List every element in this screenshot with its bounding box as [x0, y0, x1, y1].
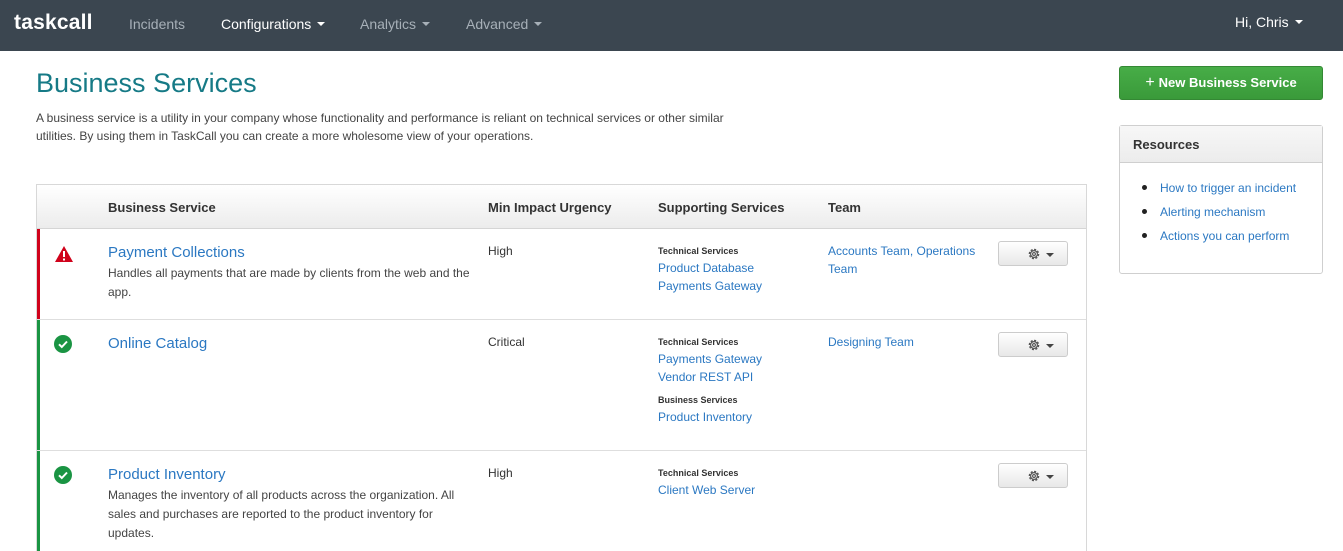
service-description: Manages the inventory of all products ac… — [108, 488, 455, 540]
resource-link-trigger-incident[interactable]: How to trigger an incident — [1142, 181, 1322, 205]
urgency-value: High — [488, 244, 513, 258]
urgency-value: High — [488, 466, 513, 480]
nav-analytics-label: Analytics — [360, 16, 417, 32]
nav-configurations-label: Configurations — [221, 16, 312, 32]
technical-service-link[interactable]: Product Database — [658, 259, 818, 277]
check-circle-icon — [54, 335, 72, 353]
service-name-link[interactable]: Payment Collections — [108, 244, 245, 261]
column-min-impact-urgency: Min Impact Urgency — [488, 200, 612, 215]
business-service-link[interactable]: Product Inventory — [658, 408, 818, 426]
resources-list: How to trigger an incident Alerting mech… — [1120, 163, 1322, 253]
supporting-services: Technical Services Client Web Server — [658, 468, 818, 499]
check-circle-icon — [54, 466, 72, 484]
new-business-service-label: New Business Service — [1158, 75, 1297, 90]
team-link[interactable]: Designing Team — [828, 333, 988, 351]
chevron-down-icon — [1046, 253, 1054, 257]
user-menu-label: Hi, Chris — [1235, 14, 1289, 30]
brand-logo[interactable]: taskcall — [14, 11, 93, 35]
new-business-service-button[interactable]: + New Business Service — [1119, 66, 1323, 100]
nav-incidents[interactable]: Incidents — [129, 16, 185, 32]
resource-link-actions[interactable]: Actions you can perform — [1142, 229, 1322, 253]
technical-service-link[interactable]: Payments Gateway — [658, 277, 818, 295]
table-row: Online Catalog Critical Technical Servic… — [37, 320, 1086, 451]
resources-panel: Resources How to trigger an incident Ale… — [1119, 125, 1323, 274]
row-settings-button[interactable] — [998, 241, 1068, 266]
supporting-services: Technical Services Product Database Paym… — [658, 246, 818, 295]
top-navbar: taskcall Incidents Configurations Analyt… — [0, 0, 1343, 51]
table-row: Payment Collections Handles all payments… — [37, 229, 1086, 320]
resource-link-alerting-mechanism[interactable]: Alerting mechanism — [1142, 205, 1322, 229]
technical-service-link[interactable]: Vendor REST API — [658, 368, 818, 386]
technical-services-group: Technical Services Payments Gateway Vend… — [658, 337, 818, 386]
table-header: Business Service Min Impact Urgency Supp… — [37, 185, 1086, 229]
technical-service-link[interactable]: Client Web Server — [658, 481, 818, 499]
row-settings-button[interactable] — [998, 332, 1068, 357]
chevron-down-icon — [422, 22, 431, 27]
gear-icon — [1028, 470, 1040, 482]
team-link[interactable]: Accounts Team, Operations Team — [828, 242, 988, 278]
service-description: Handles all payments that are made by cl… — [108, 266, 470, 299]
service-name-link[interactable]: Product Inventory — [108, 466, 226, 483]
chevron-down-icon — [534, 22, 543, 27]
plus-icon: + — [1145, 74, 1155, 91]
technical-services-label: Technical Services — [658, 337, 739, 347]
resources-title: Resources — [1120, 126, 1322, 163]
nav-configurations[interactable]: Configurations — [221, 16, 326, 32]
table-row: Product Inventory Manages the inventory … — [37, 451, 1086, 551]
technical-services-group: Technical Services Product Database Paym… — [658, 246, 818, 295]
column-supporting-services: Supporting Services — [658, 200, 785, 215]
user-menu[interactable]: Hi, Chris — [1235, 14, 1303, 30]
nav-analytics[interactable]: Analytics — [360, 16, 431, 32]
gear-icon — [1028, 248, 1040, 260]
chevron-down-icon — [1046, 475, 1054, 479]
column-team: Team — [828, 200, 861, 215]
technical-services-group: Technical Services Client Web Server — [658, 468, 818, 499]
status-bar — [37, 229, 40, 319]
page-description: A business service is a utility in your … — [36, 111, 724, 143]
chevron-down-icon — [317, 22, 326, 27]
business-services-table: Business Service Min Impact Urgency Supp… — [36, 184, 1087, 551]
page-title: Business Services — [36, 68, 257, 98]
technical-services-label: Technical Services — [658, 468, 739, 478]
status-bar — [37, 320, 40, 450]
technical-service-link[interactable]: Payments Gateway — [658, 350, 818, 368]
business-services-label: Business Services — [658, 395, 738, 405]
service-name-link[interactable]: Online Catalog — [108, 335, 207, 352]
supporting-services: Technical Services Payments Gateway Vend… — [658, 337, 818, 426]
chevron-down-icon — [1046, 344, 1054, 348]
nav-advanced[interactable]: Advanced — [466, 16, 543, 32]
chevron-down-icon — [1294, 20, 1303, 25]
column-business-service: Business Service — [108, 200, 216, 215]
gear-icon — [1028, 339, 1040, 351]
business-services-group: Business Services Product Inventory — [658, 395, 818, 426]
urgency-value: Critical — [488, 335, 525, 349]
row-settings-button[interactable] — [998, 463, 1068, 488]
technical-services-label: Technical Services — [658, 246, 739, 256]
warning-icon — [55, 246, 73, 262]
status-bar — [37, 451, 40, 551]
nav-advanced-label: Advanced — [466, 16, 529, 32]
